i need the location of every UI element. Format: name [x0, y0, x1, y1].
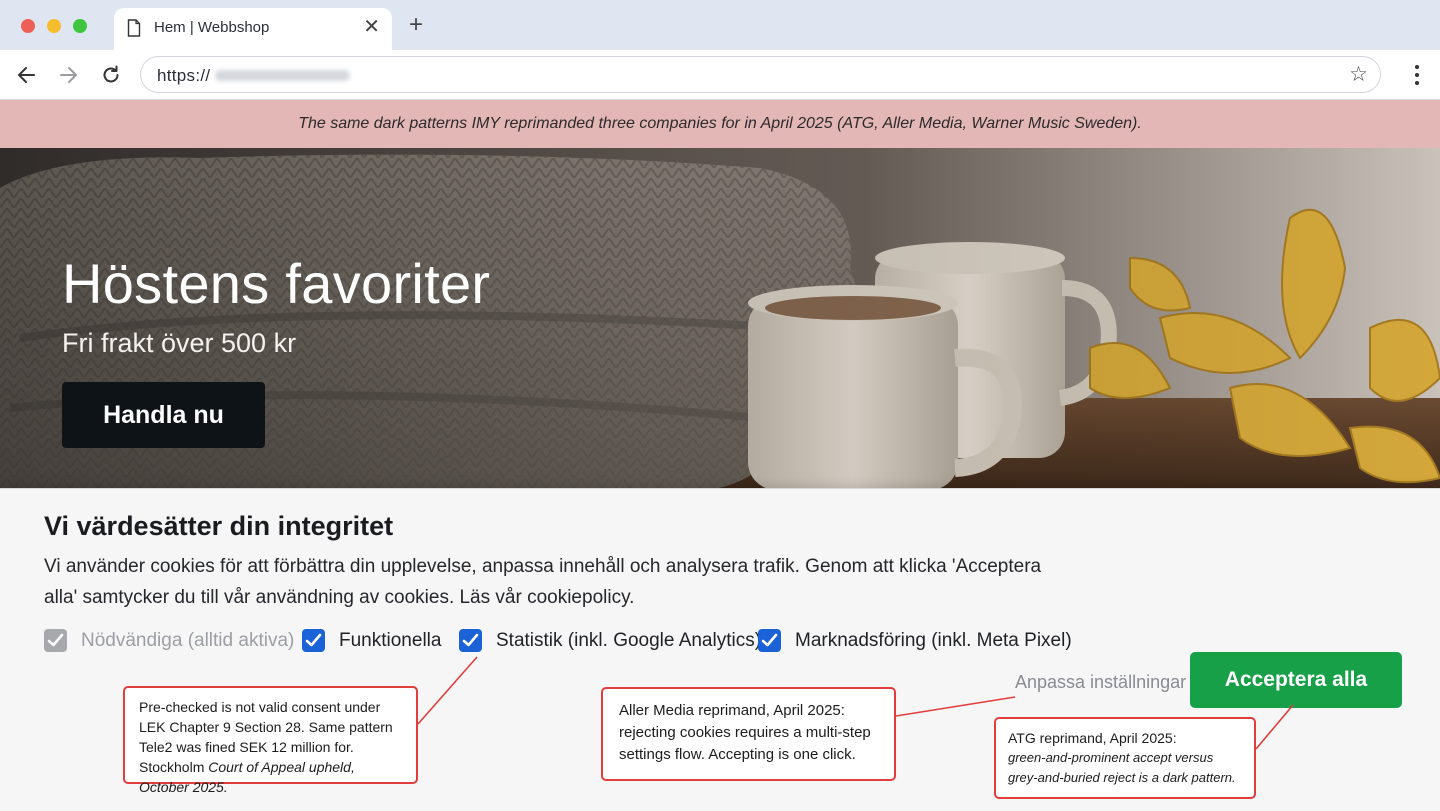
- shop-now-button[interactable]: Handla nu: [62, 382, 265, 448]
- more-menu-icon[interactable]: [1414, 64, 1420, 86]
- dark-pattern-warning-banner: The same dark patterns IMY reprimanded t…: [0, 100, 1440, 148]
- forward-arrow-icon[interactable]: [55, 62, 81, 88]
- option-label: Nödvändiga (alltid aktiva): [81, 630, 295, 651]
- checkmark-icon: [47, 633, 64, 647]
- close-tab-icon[interactable]: ✕: [363, 15, 380, 39]
- accept-all-button[interactable]: Acceptera alla: [1190, 652, 1402, 708]
- annotation-italic-text: green-and-prominent accept versus grey-a…: [1008, 750, 1236, 785]
- option-label[interactable]: Funktionella: [339, 630, 441, 652]
- back-arrow-icon[interactable]: [14, 62, 40, 88]
- tab-title: Hem | Webbshop: [154, 19, 270, 36]
- url-text: https://: [157, 66, 211, 85]
- blurred-domain: [215, 70, 350, 81]
- checkmark-icon: [305, 633, 322, 647]
- checkbox-necessary: [44, 629, 67, 652]
- hero-subtitle: Fri frakt över 500 kr: [62, 328, 297, 358]
- annotation-title: ATG reprimand, April 2025:: [1008, 730, 1177, 746]
- warning-text: The same dark patterns IMY reprimanded t…: [298, 115, 1142, 132]
- browser-toolbar: https:// ☆: [0, 50, 1440, 100]
- option-label[interactable]: Statistik (inkl. Google Analytics): [496, 630, 761, 652]
- window-zoom-button[interactable]: [73, 19, 87, 33]
- cookie-banner-title: Vi värdesätter din integritet: [44, 511, 394, 541]
- checkbox-functional[interactable]: [302, 629, 325, 652]
- checkmark-icon: [462, 633, 479, 647]
- customize-settings-link[interactable]: Anpassa inställningar: [1015, 672, 1186, 693]
- browser-tab[interactable]: Hem | Webbshop ✕: [114, 8, 392, 50]
- browser-tab-bar: Hem | Webbshop ✕ +: [0, 0, 1440, 50]
- cookie-banner-body: Vi använder cookies för att förbättra di…: [44, 556, 1042, 608]
- window-minimize-button[interactable]: [47, 19, 61, 33]
- checkbox-statistics[interactable]: [459, 629, 482, 652]
- reload-icon[interactable]: [98, 62, 124, 88]
- annotation-aller-media: Aller Media reprimand, April 2025: rejec…: [601, 687, 896, 781]
- annotation-precheck: Pre-checked is not valid consent under L…: [123, 686, 418, 795]
- bookmark-star-icon[interactable]: ☆: [1349, 63, 1368, 87]
- window-close-button[interactable]: [21, 19, 35, 33]
- annotation-text: Aller Media reprimand, April 2025: rejec…: [619, 702, 871, 763]
- option-label[interactable]: Marknadsföring (inkl. Meta Pixel): [795, 630, 1072, 652]
- annotation-atg: ATG reprimand, April 2025: green-and-pro…: [994, 717, 1256, 799]
- cookie-consent-banner: Vi värdesätter din integritet Vi använde…: [0, 488, 1440, 811]
- checkmark-icon: [761, 633, 778, 647]
- page-icon: [127, 19, 141, 37]
- checkbox-marketing[interactable]: [758, 629, 781, 652]
- hero-title: Höstens favoriter: [62, 252, 491, 315]
- address-bar[interactable]: https:// ☆: [140, 56, 1381, 93]
- new-tab-button[interactable]: +: [404, 12, 428, 38]
- hero-section: Höstens favoriter Fri frakt över 500 kr …: [0, 148, 1440, 490]
